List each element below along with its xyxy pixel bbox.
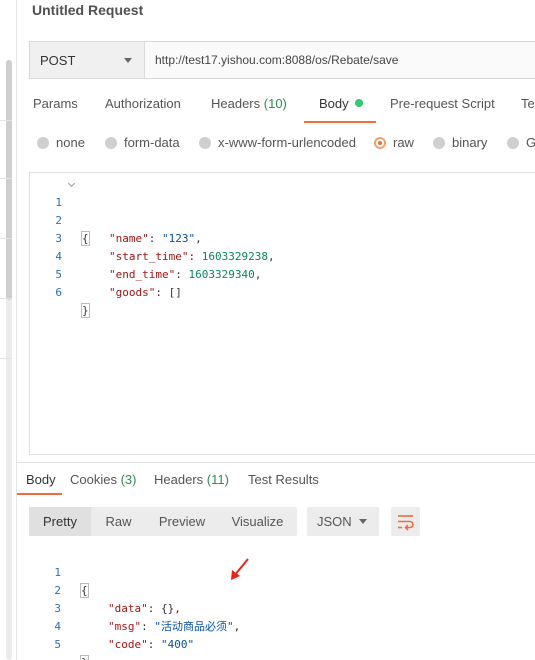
code-line: 1 {	[29, 546, 529, 598]
radio-label: x-www-form-urlencoded	[218, 135, 356, 150]
resp-tab-test-results[interactable]: Test Results	[248, 472, 319, 487]
request-body-editor[interactable]: 1 { 2 "name": "123", 3 "start_time": 160…	[29, 172, 535, 455]
code-line: 3 "msg": "活动商品必须",	[29, 582, 529, 633]
radio-urlencoded[interactable]: x-www-form-urlencoded	[199, 135, 356, 150]
divider	[0, 298, 12, 299]
code-line: 5 "goods": []	[30, 248, 535, 299]
request-bar: POST http://test17.yishou.com:8088/os/Re…	[29, 41, 535, 79]
visualize-button[interactable]: Visualize	[218, 507, 297, 536]
json-colon: :	[147, 638, 161, 651]
divider	[0, 358, 12, 359]
close-brace: }	[81, 303, 90, 318]
resp-headers-count: (11)	[206, 472, 229, 487]
method-select[interactable]: POST	[30, 42, 145, 78]
code-line: 1 {	[30, 176, 535, 246]
active-tab-underline	[304, 121, 376, 123]
response-body-viewer[interactable]: 1 { 2 "data": {}, 3 "msg": "活动商品必须", 4 "…	[29, 546, 529, 660]
radio-form-data[interactable]: form-data	[105, 135, 180, 150]
body-indicator-dot	[354, 99, 363, 107]
tab-headers[interactable]: Headers (10)	[211, 96, 287, 111]
wrap-lines-icon	[398, 515, 414, 531]
radio-circle	[433, 136, 445, 149]
resp-tab-headers-label: Headers	[154, 472, 204, 487]
response-view-mode-group: Pretty Raw Preview Visualize	[29, 507, 297, 536]
red-arrow-icon	[231, 558, 249, 580]
code-line: 2 "data": {},	[29, 564, 529, 615]
radio-label: form-data	[124, 135, 180, 150]
radio-circle	[105, 136, 117, 149]
tab-tests[interactable]: Te	[521, 96, 535, 111]
json-value: []	[168, 286, 182, 299]
resp-tab-body[interactable]: Body	[26, 472, 56, 487]
sidebar-edge	[0, 0, 17, 660]
code-line: 3 "start_time": 1603329238,	[30, 212, 535, 263]
divider	[0, 178, 12, 179]
radio-circle	[507, 136, 519, 149]
radio-graphql[interactable]: Gr	[507, 135, 535, 150]
raw-button[interactable]: Raw	[91, 507, 146, 536]
wrap-lines-button[interactable]	[391, 507, 420, 536]
code-line: 4 "end_time": 1603329340,	[30, 230, 535, 281]
code-line: 2 "name": "123",	[30, 194, 535, 245]
preview-button[interactable]: Preview	[146, 507, 218, 536]
pane-divider[interactable]	[17, 462, 535, 463]
chevron-down-icon	[359, 519, 367, 524]
radio-circle	[199, 136, 211, 149]
postman-window: Untitled Request POST http://test17.yish…	[0, 0, 535, 660]
pretty-button[interactable]: Pretty	[29, 507, 91, 536]
tab-body-label: Body	[319, 96, 349, 111]
scrollbar-thumb[interactable]	[6, 60, 12, 300]
close-brace: }	[80, 655, 89, 660]
tab-headers-label: Headers	[211, 96, 261, 111]
line-number: 5	[54, 638, 61, 651]
cookies-count: (3)	[120, 472, 137, 487]
radio-circle	[374, 136, 386, 149]
tab-authorization[interactable]: Authorization	[105, 96, 181, 111]
radio-circle	[37, 136, 49, 149]
radio-label: binary	[452, 135, 488, 150]
divider	[0, 238, 12, 239]
json-key: "code"	[108, 638, 148, 651]
line-number: 6	[55, 286, 62, 299]
code-line: 6 }	[30, 266, 535, 318]
radio-raw[interactable]: raw	[374, 135, 414, 150]
radio-label: Gr	[526, 135, 535, 150]
tab-params[interactable]: Params	[33, 96, 78, 111]
fold-chevron-icon[interactable]	[67, 179, 76, 188]
resp-tab-cookies-label: Cookies	[70, 472, 117, 487]
format-label: JSON	[317, 514, 352, 529]
radio-none[interactable]: none	[37, 135, 85, 150]
code-line: 4 "code": "400"	[29, 600, 529, 651]
code-line: 5 }	[29, 618, 529, 660]
radio-binary[interactable]: binary	[433, 135, 487, 150]
json-value: "400"	[161, 638, 195, 651]
tab-prerequest-script[interactable]: Pre-request Script	[390, 96, 495, 111]
json-colon: :	[155, 286, 169, 299]
active-response-tab-underline	[17, 493, 62, 495]
response-format-select[interactable]: JSON	[307, 507, 379, 536]
chevron-down-icon	[124, 58, 132, 63]
radio-label: none	[56, 135, 85, 150]
json-key: "goods"	[109, 286, 156, 299]
resp-tab-cookies[interactable]: Cookies (3)	[70, 472, 136, 487]
headers-count: (10)	[263, 96, 287, 111]
resp-tab-headers[interactable]: Headers (11)	[154, 472, 229, 487]
tab-body[interactable]: Body	[319, 96, 363, 111]
radio-label: raw	[393, 135, 414, 150]
method-label: POST	[40, 52, 76, 68]
divider	[0, 120, 12, 121]
request-title[interactable]: Untitled Request	[32, 2, 143, 18]
url-input[interactable]: http://test17.yishou.com:8088/os/Rebate/…	[145, 42, 535, 78]
